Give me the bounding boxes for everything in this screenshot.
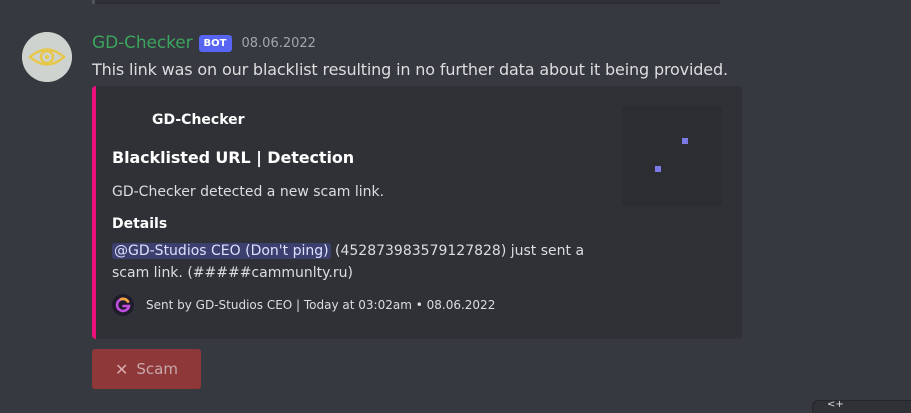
x-icon: ✕	[115, 359, 129, 379]
eye-logo-icon	[22, 32, 72, 82]
previous-message-embed-edge	[92, 0, 720, 4]
embed-field-name: Details	[112, 216, 168, 232]
scam-button[interactable]: ✕ Scam	[92, 349, 201, 389]
message-timestamp: 08.06.2022	[241, 35, 316, 51]
thumbnail-dot	[655, 166, 661, 172]
embed-author: GD-Checker	[152, 112, 245, 128]
message-header: GD-Checker BOT 08.06.2022	[92, 31, 316, 55]
embed-title: Blacklisted URL | Detection	[112, 148, 355, 167]
corner-tab-text: <+	[827, 399, 844, 410]
avatar[interactable]	[22, 32, 72, 82]
bot-badge: BOT	[198, 34, 232, 52]
g-logo-icon	[112, 294, 134, 316]
new-messages-tab[interactable]: <+	[812, 399, 911, 413]
previous-embed-stripe	[92, 0, 95, 4]
author-name[interactable]: GD-Checker	[92, 33, 193, 53]
user-mention[interactable]: @GD-Studios CEO (Don't ping)	[112, 243, 331, 259]
thumbnail-dot	[682, 138, 688, 144]
embed-description: GD-Checker detected a new scam link.	[112, 184, 385, 200]
embed-footer-text: Sent by GD-Studios CEO | Today at 03:02a…	[146, 298, 496, 312]
embed-thumbnail[interactable]	[622, 106, 722, 206]
message-content: This link was on our blacklist resulting…	[92, 60, 728, 79]
embed: GD-Checker Blacklisted URL | Detection G…	[92, 86, 742, 339]
embed-accent-stripe	[92, 86, 96, 339]
embed-field-value: @GD-Studios CEO (Don't ping) (4528739835…	[112, 240, 612, 284]
embed-footer: Sent by GD-Studios CEO | Today at 03:02a…	[112, 294, 495, 316]
scam-button-label: Scam	[136, 360, 178, 378]
